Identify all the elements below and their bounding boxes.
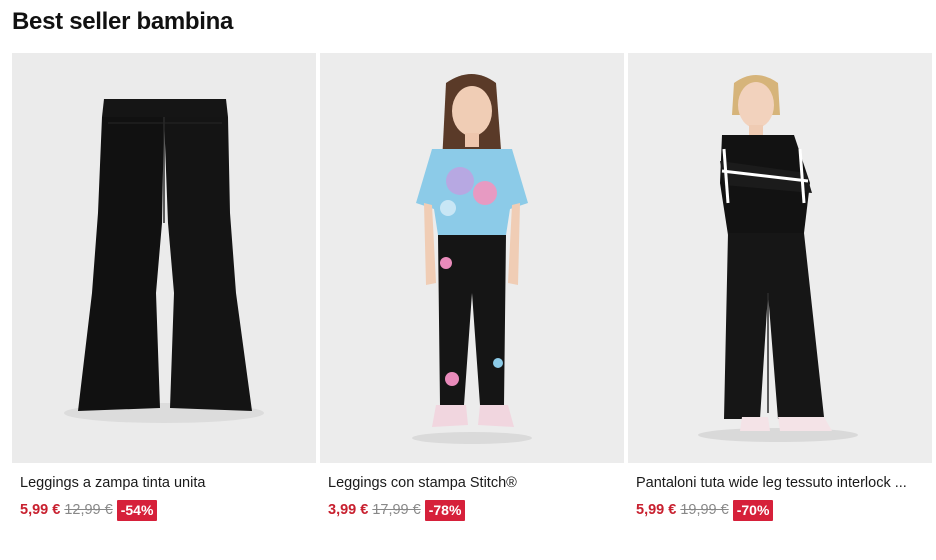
product-image[interactable]	[12, 53, 316, 463]
price-row: 3,99 € 17,99 € -78%	[328, 499, 616, 521]
product-grid: Leggings a zampa tinta unita 5,99 € 12,9…	[12, 53, 932, 521]
discount-badge: -54%	[116, 499, 158, 521]
product-card[interactable]: Pantaloni tuta wide leg tessuto interloc…	[628, 53, 932, 521]
original-price: 12,99 €	[64, 502, 113, 518]
discount-badge: -70%	[732, 499, 774, 521]
discount-badge: -78%	[424, 499, 466, 521]
product-image[interactable]	[320, 53, 624, 463]
section-title: Best seller bambina	[12, 8, 234, 35]
original-price: 17,99 €	[372, 502, 421, 518]
product-name[interactable]: Leggings con stampa Stitch®	[328, 473, 616, 493]
product-card[interactable]: Leggings con stampa Stitch® 3,99 € 17,99…	[320, 53, 624, 521]
product-name[interactable]: Pantaloni tuta wide leg tessuto interloc…	[636, 473, 924, 493]
product-image[interactable]	[628, 53, 932, 463]
price-row: 5,99 € 12,99 € -54%	[20, 499, 308, 521]
current-price: 5,99 €	[20, 502, 61, 518]
product-name[interactable]: Leggings a zampa tinta unita	[20, 473, 308, 493]
current-price: 3,99 €	[328, 502, 369, 518]
original-price: 19,99 €	[680, 502, 729, 518]
product-card[interactable]: Leggings a zampa tinta unita 5,99 € 12,9…	[12, 53, 316, 521]
price-row: 5,99 € 19,99 € -70%	[636, 499, 924, 521]
current-price: 5,99 €	[636, 502, 677, 518]
